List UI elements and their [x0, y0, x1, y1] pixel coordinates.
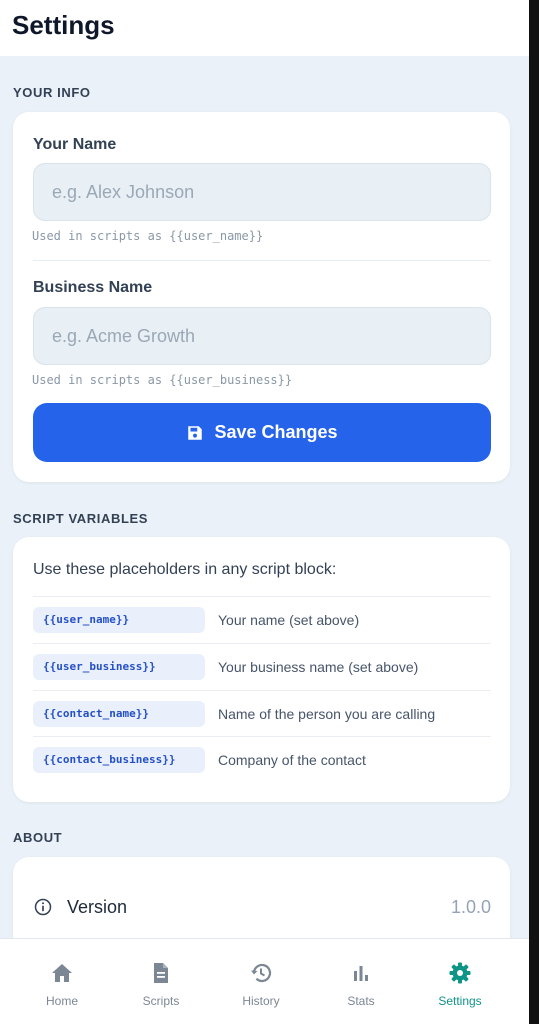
floppy-disk-icon: [188, 425, 203, 440]
tab-stats[interactable]: Stats: [311, 939, 411, 1024]
version-value: 1.0.0: [450, 896, 491, 917]
your-info-card: Your Name Used in scripts as {{user_name…: [13, 112, 510, 482]
your-name-input[interactable]: [33, 163, 491, 221]
variable-description: Name of the person you are calling: [218, 705, 436, 722]
variable-token: {{contact_business}}: [33, 746, 205, 773]
business-name-hint: Used in scripts as {{user_business}}: [32, 373, 293, 387]
variable-description: Company of the contact: [218, 751, 366, 768]
save-changes-label: Save Changes: [214, 422, 338, 442]
tab-scripts[interactable]: Scripts: [111, 939, 211, 1024]
page-title: Settings: [12, 10, 115, 40]
settings-screen: Settings YOUR INFO Your Name Used in scr…: [0, 0, 529, 1024]
save-changes-button[interactable]: Save Changes: [33, 403, 491, 462]
variable-token: {{user_name}}: [33, 606, 205, 633]
version-row: Version 1.0.0: [33, 887, 491, 927]
variable-row: {{user_business}} Your business name (se…: [33, 643, 491, 689]
bar-chart-icon: [354, 966, 368, 981]
variable-token: {{contact_name}}: [33, 700, 205, 727]
tab-label: Settings: [438, 994, 482, 1008]
tab-label: Home: [45, 994, 78, 1008]
device-edge: [529, 0, 539, 1024]
variables-intro: Use these placeholders in any script blo…: [33, 561, 337, 578]
tab-settings[interactable]: Settings: [410, 939, 510, 1024]
script-variables-card: Use these placeholders in any script blo…: [13, 537, 510, 802]
variable-description: Your business name (set above): [218, 658, 419, 675]
app-header: Settings: [0, 0, 529, 56]
tab-label: Stats: [347, 994, 375, 1008]
your-name-label: Your Name: [33, 136, 117, 153]
section-label-about: ABOUT: [13, 830, 63, 845]
divider: [33, 260, 491, 261]
variable-row: {{user_name}} Your name (set above): [33, 596, 491, 642]
variable-row: {{contact_name}} Name of the person you …: [33, 690, 491, 736]
version-label: Version: [67, 896, 128, 917]
variable-description: Your name (set above): [218, 611, 360, 628]
home-icon: [52, 964, 72, 982]
tab-home[interactable]: Home: [12, 939, 112, 1024]
tab-label: Scripts: [142, 994, 180, 1008]
business-name-input[interactable]: [33, 307, 491, 365]
bottom-tab-bar: Home Scripts History Stats Settings: [0, 938, 529, 1024]
gear-icon: [449, 962, 471, 984]
section-label-script-variables: SCRIPT VARIABLES: [13, 511, 149, 526]
variable-row: {{contact_business}} Company of the cont…: [33, 736, 491, 782]
tab-history[interactable]: History: [211, 939, 311, 1024]
variable-token: {{user_business}}: [33, 653, 205, 680]
document-icon: [154, 963, 168, 983]
business-name-label: Business Name: [33, 279, 153, 296]
history-icon: [251, 963, 272, 983]
section-label-your-info: YOUR INFO: [13, 85, 91, 100]
tab-label: History: [242, 994, 280, 1008]
your-name-hint: Used in scripts as {{user_name}}: [32, 229, 264, 243]
info-icon: [34, 898, 52, 916]
